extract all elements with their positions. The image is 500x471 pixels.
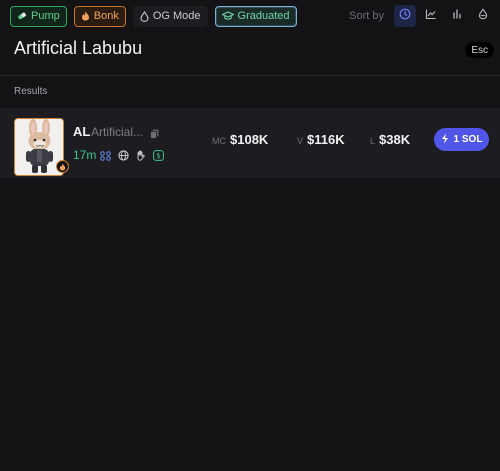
copy-icon[interactable] <box>150 126 159 144</box>
volume-value: $116K <box>307 132 345 147</box>
sort-by-liquidity-button[interactable] <box>472 5 494 27</box>
result-row[interactable]: AL Artificial... 17m $ MC $108K V $116K … <box>0 108 500 178</box>
market-cap-stat: MC $108K <box>212 132 268 147</box>
sort-by-time-button[interactable] <box>394 5 416 27</box>
sort-controls: Sort by <box>349 4 494 28</box>
lightning-icon <box>441 133 449 147</box>
filter-og-mode-label: OG Mode <box>152 10 201 22</box>
globe-icon[interactable] <box>118 148 129 166</box>
esc-button[interactable]: Esc <box>465 42 494 58</box>
svg-text:$: $ <box>156 152 160 160</box>
launchpad-badge-icon <box>56 160 69 173</box>
filter-pump-button[interactable]: Pump <box>10 5 67 27</box>
token-links: $ <box>100 148 164 166</box>
search-query-text[interactable]: Artificial Labubu <box>14 38 142 59</box>
token-name: Artificial... <box>91 125 144 139</box>
sort-by-label: Sort by <box>349 10 384 22</box>
droplet-icon <box>140 10 149 22</box>
liquidity-stat: L $38K <box>370 132 410 147</box>
volume-label: V <box>297 136 304 146</box>
filter-bonk-button[interactable]: Bonk <box>73 5 126 27</box>
liquidity-label: L <box>370 136 376 146</box>
holders-icon[interactable] <box>100 148 111 166</box>
token-ticker: AL <box>73 124 91 139</box>
sort-by-market-cap-button[interactable] <box>420 5 442 27</box>
market-cap-value: $108K <box>230 132 269 147</box>
quick-buy-label: 1 SOL <box>453 134 483 145</box>
market-cap-label: MC <box>212 136 226 146</box>
quick-buy-button[interactable]: 1 SOL <box>434 128 489 151</box>
filter-pump-label: Pump <box>31 10 60 22</box>
divider <box>0 75 500 76</box>
filter-og-mode-button[interactable]: OG Mode <box>132 5 208 27</box>
sort-by-volume-button[interactable] <box>446 5 468 27</box>
hand-icon[interactable] <box>136 148 146 166</box>
dollar-badge-icon[interactable]: $ <box>153 148 164 166</box>
liquidity-value: $38K <box>379 132 411 147</box>
line-chart-icon <box>425 7 437 25</box>
token-age: 17m <box>73 148 97 162</box>
volume-stat: V $116K <box>297 132 345 147</box>
graduation-cap-icon <box>221 11 234 21</box>
clock-icon <box>399 7 411 25</box>
flame-icon <box>81 11 90 21</box>
pill-icon <box>17 11 27 21</box>
filter-graduated-label: Graduated <box>237 10 290 22</box>
droplet-icon <box>477 7 489 25</box>
bar-chart-icon <box>451 7 463 25</box>
results-heading: Results <box>14 86 48 97</box>
filter-bonk-label: Bonk <box>93 10 119 22</box>
filter-graduated-button[interactable]: Graduated <box>214 5 297 27</box>
